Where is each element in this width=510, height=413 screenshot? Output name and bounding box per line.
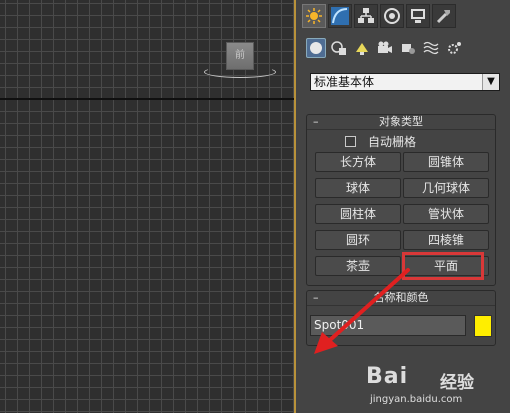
plane-button[interactable]: 平面 [403, 256, 489, 276]
modify-icon[interactable] [328, 4, 352, 28]
geosphere-button[interactable]: 几何球体 [403, 178, 489, 198]
baidu-jingyan-watermark: Bai 经验 jingyan.baidu.com [366, 364, 506, 410]
geometry-icon[interactable] [306, 38, 326, 58]
create-icon[interactable] [302, 4, 326, 28]
category-dropdown-value: 标准基本体 [314, 75, 375, 89]
object-type-rollout: – 对象类型 自动栅格 长方体 圆锥体 球体 几何球体 圆柱体 管状体 圆环 四… [306, 114, 496, 286]
object-name-field[interactable]: Spot001 [310, 315, 466, 336]
command-panel: 标准基本体 ▼ – 对象类型 自动栅格 长方体 圆锥体 球体 几何球体 圆柱体 … [296, 0, 510, 413]
systems-icon[interactable] [444, 38, 464, 58]
autogrid-checkbox[interactable] [345, 136, 356, 147]
hierarchy-icon[interactable] [354, 4, 378, 28]
create-category-icons [306, 38, 464, 58]
perspective-viewport[interactable]: 前 [0, 0, 296, 413]
watermark-brand-suffix: 经验 [440, 373, 474, 393]
collapse-icon[interactable]: – [313, 291, 319, 305]
category-dropdown[interactable]: 标准基本体 ▼ [310, 73, 500, 91]
object-type-title: 对象类型 [379, 115, 423, 128]
helpers-icon[interactable] [398, 38, 418, 58]
spacewarps-icon[interactable] [421, 38, 441, 58]
tube-button[interactable]: 管状体 [403, 204, 489, 224]
autogrid-label: 自动栅格 [368, 135, 417, 149]
cone-button[interactable]: 圆锥体 [403, 152, 489, 172]
viewcube-compass-ring[interactable] [204, 66, 276, 78]
shapes-icon[interactable] [329, 38, 349, 58]
cylinder-button[interactable]: 圆柱体 [315, 204, 401, 224]
pyramid-button[interactable]: 四棱锥 [403, 230, 489, 250]
collapse-icon[interactable]: – [313, 115, 319, 129]
viewport-horizon-line [0, 98, 294, 100]
name-color-rollout-header[interactable]: – 名称和颜色 [307, 291, 495, 306]
watermark-url: jingyan.baidu.com [370, 394, 463, 405]
object-color-swatch[interactable] [474, 315, 492, 337]
object-type-rollout-header[interactable]: – 对象类型 [307, 115, 495, 130]
sphere-button[interactable]: 球体 [315, 178, 401, 198]
lights-icon[interactable] [352, 38, 372, 58]
utilities-icon[interactable] [432, 4, 456, 28]
display-icon[interactable] [406, 4, 430, 28]
box-button[interactable]: 长方体 [315, 152, 401, 172]
torus-button[interactable]: 圆环 [315, 230, 401, 250]
watermark-brand: Bai [366, 364, 409, 389]
name-color-title: 名称和颜色 [373, 291, 429, 304]
command-panel-tabs [302, 4, 456, 28]
autogrid-toggle[interactable]: 自动栅格 [345, 133, 416, 150]
chevron-down-icon[interactable]: ▼ [482, 74, 499, 90]
teapot-button[interactable]: 茶壶 [315, 256, 401, 276]
cameras-icon[interactable] [375, 38, 395, 58]
motion-icon[interactable] [380, 4, 404, 28]
